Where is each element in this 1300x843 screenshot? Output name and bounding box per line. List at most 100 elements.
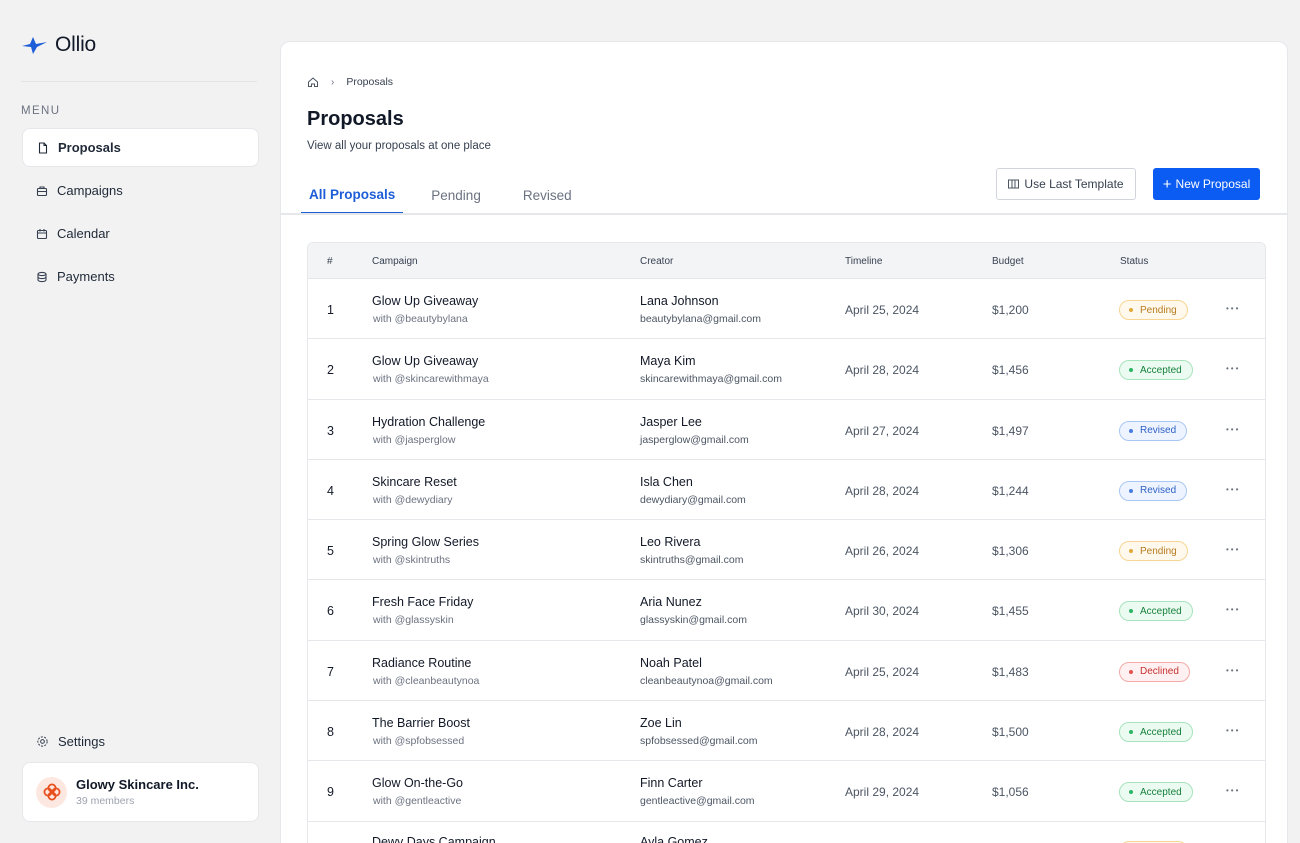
more-options-icon[interactable]: ••• bbox=[1226, 304, 1240, 313]
table-row[interactable]: 1 Glow Up Giveaway with @beautybylana Lana … bbox=[308, 279, 1265, 340]
campaign-name[interactable]: Radiance Routine bbox=[372, 656, 471, 670]
sidebar-item-calendar[interactable]: Calendar bbox=[22, 214, 259, 253]
status-badge: Accepted bbox=[1119, 601, 1193, 622]
more-options-icon[interactable]: ••• bbox=[1226, 786, 1240, 795]
breadcrumb-current: Proposals bbox=[346, 76, 394, 88]
status-badge: Declined bbox=[1119, 661, 1190, 682]
table-row[interactable]: 9 Glow On-the-Go with @gentleactive Finn Ca… bbox=[308, 761, 1265, 822]
more-options-icon[interactable]: ••• bbox=[1226, 726, 1240, 735]
column-header-budget: Budget bbox=[992, 256, 1024, 267]
creator-name: Noah Patel bbox=[640, 655, 702, 670]
file-icon bbox=[38, 141, 48, 154]
ollio-logo-icon bbox=[22, 37, 47, 54]
table-row[interactable]: 6 Fresh Face Friday with @glassyskin Aria N… bbox=[308, 580, 1265, 641]
table-header: # Campaign Creator Timeline Budget Statu… bbox=[308, 243, 1265, 279]
campaign-handle: with @spfobsessed bbox=[373, 735, 465, 748]
column-header-creator: Creator bbox=[640, 256, 674, 267]
settings-label: Settings bbox=[58, 733, 105, 749]
breadcrumb: › Proposals bbox=[307, 76, 393, 88]
campaign-name[interactable]: Glow On-the-Go bbox=[372, 776, 463, 790]
new-proposal-button[interactable]: + New Proposal bbox=[1153, 168, 1260, 200]
column-header-timeline: Timeline bbox=[845, 256, 883, 267]
campaign-handle: with @skincarewithmaya bbox=[373, 373, 489, 386]
creator-name: Finn Carter bbox=[640, 776, 703, 791]
creator-name: Lana Johnson bbox=[640, 294, 719, 308]
table-row[interactable]: 3 Hydration Challenge with @jasperglow Jasp… bbox=[308, 400, 1265, 460]
sidebar-item-payments[interactable]: Payments bbox=[22, 257, 259, 296]
status-badge: Revised bbox=[1119, 480, 1188, 501]
sidebar-item-label: Payments bbox=[57, 269, 115, 284]
status-label: Declined bbox=[1140, 666, 1179, 678]
sidebar-nav: Proposals Campaigns Calendar Payments bbox=[22, 128, 259, 300]
tab-revised[interactable]: Revised bbox=[515, 177, 580, 214]
menu-label: MENU bbox=[21, 105, 61, 117]
table-row[interactable]: 7 Radiance Routine with @cleanbeautynoa Noa… bbox=[308, 641, 1265, 702]
campaign-name[interactable]: Glow Up Giveaway bbox=[372, 294, 478, 308]
campaign-name[interactable]: Glow Up Giveaway bbox=[372, 354, 478, 368]
tab-all-proposals[interactable]: All Proposals bbox=[301, 177, 404, 214]
creator-email: cleanbeautynoa@gmail.com bbox=[640, 674, 773, 687]
creator-name: Aria Nunez bbox=[640, 595, 702, 610]
budget-amount: $1,456 bbox=[992, 363, 1029, 378]
budget-amount: $1,306 bbox=[992, 544, 1029, 559]
creator-name: Isla Chen bbox=[640, 474, 693, 489]
status-badge: Accepted bbox=[1119, 722, 1193, 743]
table-row[interactable]: 4 Skincare Reset with @dewydiary Isla Chen d… bbox=[308, 460, 1265, 521]
table-row[interactable]: 8 The Barrier Boost with @spfobsessed Zoe L… bbox=[308, 701, 1265, 762]
proposal-tabs: All Proposals Pending Revised bbox=[301, 177, 606, 214]
creator-email: gentleactive@gmail.com bbox=[640, 795, 755, 808]
timeline-date: April 28, 2024 bbox=[845, 483, 920, 498]
more-options-icon[interactable]: ••• bbox=[1226, 364, 1240, 373]
more-options-icon[interactable]: ••• bbox=[1226, 666, 1240, 675]
table-row[interactable]: 10Dewy Days CampaignAyla GomezPending••• bbox=[308, 822, 1265, 843]
use-last-template-button[interactable]: Use Last Template bbox=[996, 168, 1136, 200]
home-icon[interactable] bbox=[307, 76, 319, 88]
budget-amount: $1,500 bbox=[992, 725, 1029, 740]
creator-name: Maya Kim bbox=[640, 354, 696, 369]
row-number: 9 bbox=[327, 785, 334, 800]
campaign-name[interactable]: Hydration Challenge bbox=[372, 415, 485, 429]
creator-email: glassyskin@gmail.com bbox=[640, 614, 747, 627]
status-badge: Accepted bbox=[1119, 360, 1193, 381]
row-number: 5 bbox=[327, 544, 334, 559]
tab-pending[interactable]: Pending bbox=[423, 177, 489, 214]
column-header-campaign: Campaign bbox=[372, 256, 418, 267]
timeline-date: April 25, 2024 bbox=[845, 303, 920, 317]
campaign-name[interactable]: The Barrier Boost bbox=[372, 716, 470, 730]
budget-amount: $1,497 bbox=[992, 423, 1029, 438]
table-row[interactable]: 5 Spring Glow Series with @skintruths Leo R… bbox=[308, 520, 1265, 581]
campaign-name[interactable]: Fresh Face Friday bbox=[372, 595, 473, 609]
more-options-icon[interactable]: ••• bbox=[1226, 605, 1240, 614]
sidebar-item-settings[interactable]: Settings bbox=[22, 722, 259, 760]
sidebar-item-campaigns[interactable]: Campaigns bbox=[22, 171, 259, 210]
organization-switcher[interactable]: Glowy Skincare Inc. 39 members bbox=[22, 762, 259, 822]
campaign-handle: with @beautybylana bbox=[373, 313, 468, 325]
campaign-name[interactable]: Skincare Reset bbox=[372, 475, 457, 489]
more-options-icon[interactable]: ••• bbox=[1226, 485, 1240, 494]
timeline-date: April 25, 2024 bbox=[845, 664, 920, 679]
brand-logo[interactable]: Ollio bbox=[21, 33, 96, 57]
more-options-icon[interactable]: ••• bbox=[1226, 425, 1240, 434]
gear-icon bbox=[37, 735, 48, 747]
status-badge: Pending bbox=[1119, 300, 1188, 320]
timeline-date: April 26, 2024 bbox=[845, 544, 920, 559]
budget-amount: $1,056 bbox=[992, 785, 1029, 800]
campaign-name[interactable]: Spring Glow Series bbox=[372, 535, 479, 549]
row-number: 4 bbox=[327, 483, 334, 498]
org-name: Glowy Skincare Inc. bbox=[76, 777, 199, 792]
database-icon bbox=[37, 271, 47, 282]
sidebar-item-label: Campaigns bbox=[57, 183, 123, 198]
status-dot-icon bbox=[1129, 669, 1133, 674]
row-number: 1 bbox=[327, 303, 334, 317]
row-number: 6 bbox=[327, 604, 334, 619]
campaign-name[interactable]: Dewy Days Campaign bbox=[372, 835, 496, 843]
status-label: Pending bbox=[1140, 304, 1177, 316]
more-options-icon[interactable]: ••• bbox=[1226, 545, 1240, 554]
status-dot-icon bbox=[1129, 368, 1133, 373]
sidebar-item-proposals[interactable]: Proposals bbox=[22, 128, 259, 167]
tabs-divider bbox=[281, 213, 1287, 215]
table-row[interactable]: 2 Glow Up Giveaway with @skincarewithmaya M… bbox=[308, 339, 1265, 400]
status-label: Accepted bbox=[1140, 786, 1182, 798]
status-dot-icon bbox=[1129, 730, 1133, 735]
creator-name: Ayla Gomez bbox=[640, 834, 708, 843]
